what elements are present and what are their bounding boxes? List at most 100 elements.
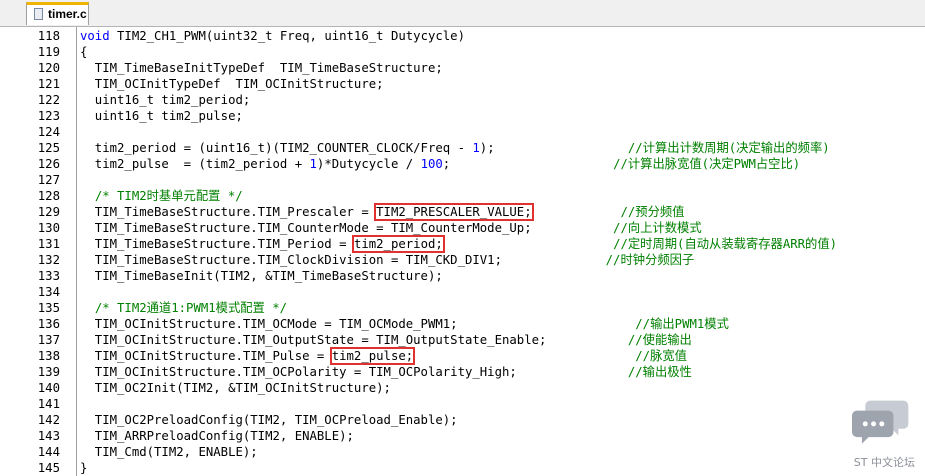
code-token: } — [80, 461, 88, 475]
highlighted-token: TIM2_PRESCALER_VALUE; — [374, 203, 534, 221]
line-number: 142 — [37, 413, 60, 427]
code-line[interactable]: 132 TIM_TimeBaseStructure.TIM_ClockDivis… — [0, 252, 925, 268]
code-line[interactable]: 129 TIM_TimeBaseStructure.TIM_Prescaler … — [0, 203, 925, 221]
code-line[interactable]: 127 — [0, 172, 925, 188]
line-number: 141 — [37, 397, 60, 411]
comment-token: /* TIM2时基单元配置 */ — [94, 189, 243, 203]
keyword-token: void — [80, 29, 110, 43]
code-token: TIM2_CH1_PWM(uint32_t Freq, uint16_t Dut… — [109, 29, 465, 43]
code-line[interactable]: 136 TIM_OCInitStructure.TIM_OCMode = TIM… — [0, 316, 925, 332]
code-text: { — [80, 44, 87, 60]
code-line[interactable]: 122 uint16_t tim2_period; — [0, 92, 925, 108]
line-number: 133 — [37, 269, 60, 283]
code-line[interactable]: 131 TIM_TimeBaseStructure.TIM_Period = t… — [0, 235, 925, 253]
comment-token: //脉宽值 — [635, 349, 687, 363]
code-token: TIM_OCInitStructure.TIM_Pulse = — [80, 349, 332, 363]
code-token: uint16_t tim2_period; — [80, 93, 251, 107]
code-text: TIM_TimeBaseStructure.TIM_Period = tim2_… — [80, 235, 837, 253]
comment-token: //计算出脉宽值(决定PWM占空比) — [613, 157, 801, 171]
code-line[interactable]: 135 /* TIM2通道1:PWM1模式配置 */ — [0, 300, 925, 316]
code-token: TIM_OCInitStructure.TIM_OutputState = TI… — [80, 333, 628, 347]
line-number: 138 — [37, 349, 60, 363]
code-line[interactable]: 121 TIM_OCInitTypeDef TIM_OCInitStructur… — [0, 76, 925, 92]
code-line[interactable]: 143 TIM_ARRPreloadConfig(TIM2, ENABLE); — [0, 428, 925, 444]
editor-tab-bar: timer.c — [0, 0, 925, 27]
code-line[interactable]: 140 TIM_OC2Init(TIM2, &TIM_OCInitStructu… — [0, 380, 925, 396]
code-line[interactable]: 130 TIM_TimeBaseStructure.TIM_CounterMod… — [0, 220, 925, 236]
line-number: 144 — [37, 445, 60, 459]
code-line[interactable]: 126 tim2_pulse = (tim2_period + 1)*Dutyc… — [0, 156, 925, 172]
watermark-text: ST 中文论坛 — [853, 456, 915, 469]
code-text: TIM_OCInitStructure.TIM_OCPolarity = TIM… — [80, 364, 692, 380]
comment-token: //计算出计数周期(决定输出的频率) — [627, 141, 830, 155]
code-text: TIM_Cmd(TIM2, ENABLE); — [80, 444, 258, 460]
line-number: 134 — [37, 285, 60, 299]
code-line[interactable]: 125 tim2_period = (uint16_t)(TIM2_COUNTE… — [0, 140, 925, 156]
chat-bubbles-icon — [852, 400, 909, 444]
code-text: TIM_ARRPreloadConfig(TIM2, ENABLE); — [80, 428, 354, 444]
c-file-icon — [34, 8, 43, 20]
code-token: uint16_t tim2_pulse; — [80, 109, 243, 123]
code-token: TIM_TimeBaseInitTypeDef TIM_TimeBaseStru… — [80, 61, 443, 75]
tab-timer-c[interactable]: timer.c — [26, 2, 89, 25]
code-text: TIM_OCInitStructure.TIM_Pulse = tim2_pul… — [80, 347, 687, 365]
comment-token: //输出PWM1模式 — [635, 317, 729, 331]
code-line[interactable]: 142 TIM_OC2PreloadConfig(TIM2, TIM_OCPre… — [0, 412, 925, 428]
code-text: tim2_period = (uint16_t)(TIM2_COUNTER_CL… — [80, 140, 830, 156]
comment-token: //预分频值 — [620, 205, 685, 219]
code-token: ; — [442, 157, 614, 171]
code-line[interactable]: 137 TIM_OCInitStructure.TIM_OutputState … — [0, 332, 925, 348]
code-token: tim2_pulse = (tim2_period + — [80, 157, 310, 171]
line-number: 123 — [37, 109, 60, 123]
code-line[interactable]: 123 uint16_t tim2_pulse; — [0, 108, 925, 124]
code-text: TIM_TimeBaseStructure.TIM_Prescaler = TI… — [80, 203, 685, 221]
code-text: TIM_OCInitTypeDef TIM_OCInitStructure; — [80, 76, 384, 92]
code-token: TIM_ARRPreloadConfig(TIM2, ENABLE); — [80, 429, 354, 443]
line-number: 129 — [37, 205, 60, 219]
number-token: 100 — [420, 157, 443, 171]
code-line[interactable]: 144 TIM_Cmd(TIM2, ENABLE); — [0, 444, 925, 460]
comment-token: //使能输出 — [627, 333, 692, 347]
code-token: )*Dutycycle / — [316, 157, 421, 171]
code-line[interactable]: 134 — [0, 284, 925, 300]
code-line[interactable]: 120 TIM_TimeBaseInitTypeDef TIM_TimeBase… — [0, 60, 925, 76]
code-token: TIM_Cmd(TIM2, ENABLE); — [80, 445, 258, 459]
code-token: TIM_TimeBaseStructure.TIM_Prescaler = — [80, 205, 377, 219]
code-line[interactable]: 124 — [0, 124, 925, 140]
line-number: 130 — [37, 221, 60, 235]
code-text: /* TIM2时基单元配置 */ — [80, 188, 243, 204]
code-token: TIM_OCInitTypeDef TIM_OCInitStructure; — [80, 77, 384, 91]
code-line[interactable]: 128 /* TIM2时基单元配置 */ — [0, 188, 925, 204]
code-text: TIM_OCInitStructure.TIM_OCMode = TIM_OCM… — [80, 316, 729, 332]
comment-token: //输出极性 — [627, 365, 692, 379]
code-editor[interactable]: 118 void TIM2_CH1_PWM(uint32_t Freq, uint… — [0, 27, 925, 476]
code-text: TIM_TimeBaseInitTypeDef TIM_TimeBaseStru… — [80, 60, 443, 76]
code-token: TIM_OC2PreloadConfig(TIM2, TIM_OCPreload… — [80, 413, 458, 427]
line-number: 124 — [37, 125, 60, 139]
code-line[interactable]: 118 void TIM2_CH1_PWM(uint32_t Freq, uint… — [0, 28, 925, 44]
code-line[interactable]: 145} — [0, 460, 925, 476]
code-text: TIM_OC2PreloadConfig(TIM2, TIM_OCPreload… — [80, 412, 458, 428]
line-number: 122 — [37, 93, 60, 107]
code-line[interactable]: 138 TIM_OCInitStructure.TIM_Pulse = tim2… — [0, 347, 925, 365]
code-text: /* TIM2通道1:PWM1模式配置 */ — [80, 300, 287, 316]
code-line[interactable]: 141 — [0, 396, 925, 412]
line-number: 145 — [37, 461, 60, 475]
code-text: void TIM2_CH1_PWM(uint32_t Freq, uint16_… — [80, 28, 465, 44]
code-line[interactable]: 139 TIM_OCInitStructure.TIM_OCPolarity =… — [0, 364, 925, 380]
code-token: TIM_OCInitStructure.TIM_OCMode = TIM_OCM… — [80, 317, 636, 331]
code-line[interactable]: 133 TIM_TimeBaseInit(TIM2, &TIM_TimeBase… — [0, 268, 925, 284]
line-number: 136 — [37, 317, 60, 331]
line-number: 135 — [37, 301, 60, 315]
line-number: 118 — [37, 29, 60, 43]
line-number: 121 — [37, 77, 60, 91]
line-number: 143 — [37, 429, 60, 443]
code-line[interactable]: 119 { — [0, 44, 925, 60]
comment-token: //时钟分频因子 — [605, 253, 695, 267]
code-text: TIM_TimeBaseStructure.TIM_CounterMode = … — [80, 220, 702, 236]
highlighted-token: tim2_pulse; — [329, 347, 416, 365]
